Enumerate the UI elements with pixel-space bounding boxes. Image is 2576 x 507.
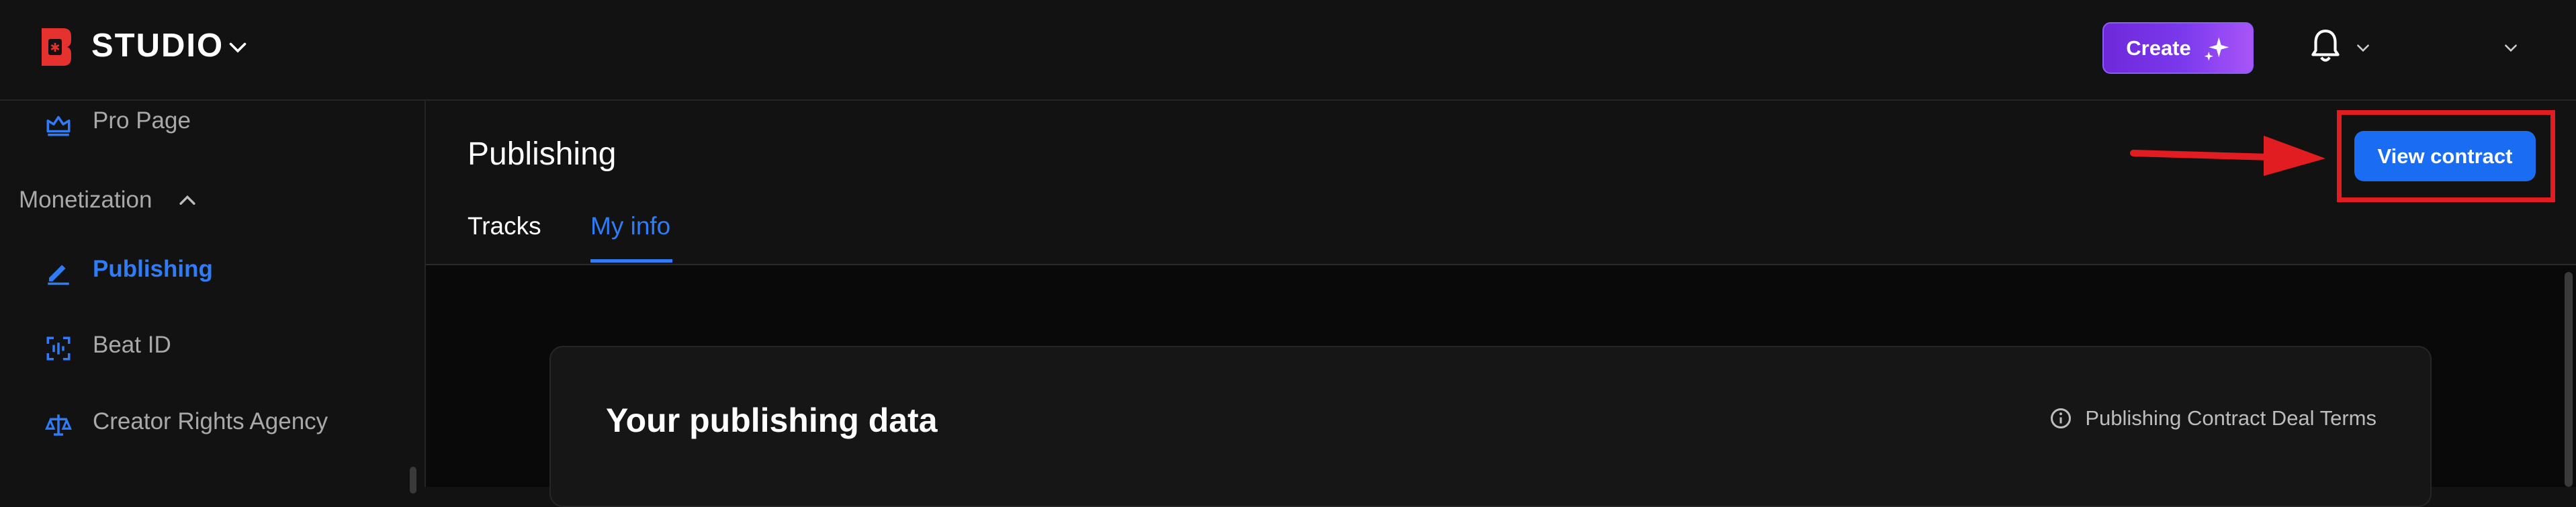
create-button[interactable]: Create — [2102, 22, 2254, 74]
page-title: Publishing — [468, 136, 617, 172]
create-button-label: Create — [2126, 36, 2191, 60]
crown-icon — [46, 116, 71, 136]
tab-tracks[interactable]: Tracks — [468, 212, 541, 240]
monetization-section-label[interactable]: Monetization — [19, 187, 152, 214]
card-title: Your publishing data — [606, 402, 938, 439]
sidebar: Pro Page Monetization Publishing Beat ID… — [0, 101, 426, 494]
annotation-arrow-icon — [2130, 136, 2325, 176]
chevron-up-icon[interactable] — [176, 189, 199, 212]
contract-deal-terms-label: Publishing Contract Deal Terms — [2085, 406, 2377, 430]
sidebar-item-label: Beat ID — [93, 332, 171, 358]
pen-icon — [48, 265, 69, 285]
active-tab-indicator — [590, 259, 672, 263]
main-scrollbar[interactable] — [2565, 272, 2573, 487]
user-menu-chevron-icon[interactable] — [2502, 39, 2520, 56]
notifications-chevron-icon[interactable] — [2354, 39, 2372, 56]
publishing-data-card: Your publishing data Publishing Contract… — [549, 346, 2432, 507]
page-header: Publishing Tracks My info — [426, 101, 2576, 265]
beatstars-logo-icon[interactable]: ✱ — [39, 26, 74, 68]
scan-icon — [46, 336, 71, 361]
bell-icon[interactable] — [2309, 27, 2342, 66]
svg-text:✱: ✱ — [50, 41, 60, 55]
tab-my-info[interactable]: My info — [590, 212, 670, 240]
contract-deal-terms-link[interactable]: Publishing Contract Deal Terms — [2049, 406, 2377, 430]
sidebar-item-label: Publishing — [93, 256, 213, 282]
sidebar-item-label: Pro Page — [93, 107, 191, 134]
sparkle-icon — [2204, 36, 2229, 60]
view-contract-button[interactable]: View contract — [2354, 131, 2536, 181]
chevron-down-icon[interactable] — [226, 35, 250, 59]
sidebar-item-label: Creator Rights Agency — [93, 408, 328, 434]
studio-brand[interactable]: STUDIO — [91, 27, 224, 64]
top-bar: ✱ STUDIO Create — [0, 0, 2576, 101]
scale-icon — [45, 414, 72, 436]
info-icon — [2051, 408, 2072, 428]
sidebar-scrollbar[interactable] — [410, 467, 416, 494]
